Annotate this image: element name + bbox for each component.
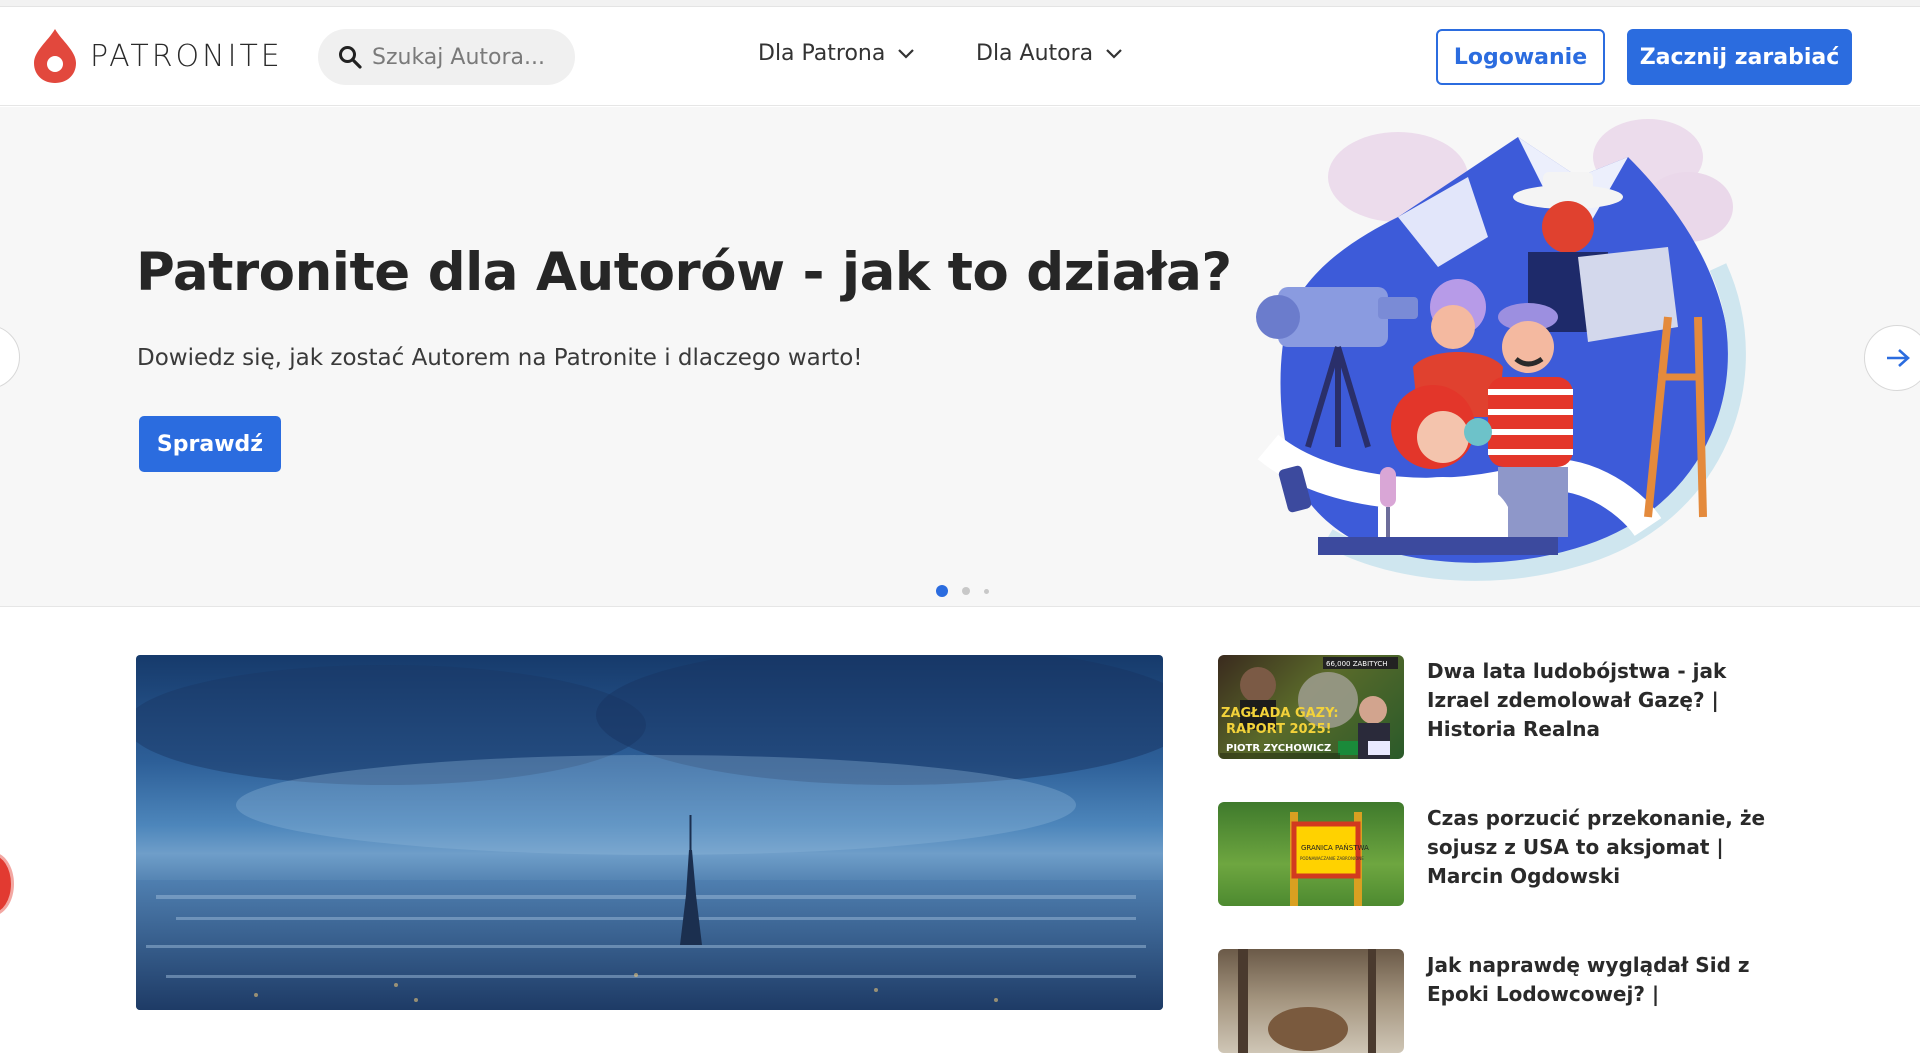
- arrow-right-icon: [1887, 349, 1910, 367]
- search-icon: [339, 46, 362, 69]
- thumb-text: PIOTR ZYCHOWICZ: [1226, 743, 1331, 754]
- carousel-dots: [936, 585, 1003, 597]
- carousel-dot-active[interactable]: [936, 585, 948, 597]
- featured-article-image[interactable]: [136, 655, 1163, 1010]
- nav-dla-patrona[interactable]: Dla Patrona: [758, 41, 915, 66]
- hero-title: Patronite dla Autorów - jak to działa?: [136, 242, 1232, 303]
- news-thumbnail: GRANICA PAŃSTWA PODNAWACZANIE ZABRONIONE: [1218, 802, 1404, 906]
- carousel-prev-button[interactable]: [0, 325, 20, 389]
- logo-wordmark: PATRONITE: [90, 38, 283, 74]
- thumb-text: PODNAWACZANIE ZABRONIONE: [1300, 856, 1364, 861]
- thumb-text: 66,000 ZABITYCH: [1326, 660, 1388, 668]
- search-input[interactable]: [372, 44, 562, 70]
- list-item[interactable]: GRANICA PAŃSTWA PODNAWACZANIE ZABRONIONE…: [1218, 802, 1767, 906]
- news-title[interactable]: Czas porzucić przekonanie, że sojusz z U…: [1427, 804, 1767, 906]
- news-title[interactable]: Dwa lata ludobójstwa - jak Izrael zdemol…: [1427, 657, 1767, 759]
- login-button[interactable]: Logowanie: [1436, 29, 1605, 85]
- carousel-next-button[interactable]: [1864, 325, 1920, 391]
- news-title[interactable]: Jak naprawdę wyglądał Sid z Epoki Lodowc…: [1427, 951, 1767, 1053]
- hero-cta-button[interactable]: Sprawdź: [139, 416, 281, 472]
- browser-top-strip: [0, 0, 1920, 7]
- news-thumbnail: ZAGŁADA GAZY: RAPORT 2025! PIOTR ZYCHOWI…: [1218, 655, 1404, 759]
- creators-illustration: [1256, 119, 1746, 581]
- chevron-down-icon: [1106, 48, 1122, 59]
- list-item[interactable]: Jak naprawdę wyglądał Sid z Epoki Lodowc…: [1218, 949, 1767, 1053]
- nav-label: Dla Patrona: [758, 41, 886, 66]
- start-earning-button[interactable]: Zacznij zarabiać: [1627, 29, 1852, 85]
- paris-skyline-image: [136, 655, 1163, 1010]
- hero-subtitle: Dowiedz się, jak zostać Autorem na Patro…: [137, 345, 863, 371]
- carousel-dot[interactable]: [962, 587, 970, 595]
- carousel-dot[interactable]: [984, 588, 989, 594]
- thumb-text: ZAGŁADA GAZY:: [1221, 706, 1339, 721]
- floating-support-badge[interactable]: [0, 852, 14, 916]
- hero-carousel: Patronite dla Autorów - jak to działa? D…: [0, 107, 1920, 607]
- search-box[interactable]: [318, 29, 575, 85]
- patronite-logo[interactable]: PATRONITE: [32, 27, 283, 85]
- list-item[interactable]: ZAGŁADA GAZY: RAPORT 2025! PIOTR ZYCHOWI…: [1218, 655, 1767, 759]
- thumb-text: GRANICA PAŃSTWA: [1301, 843, 1369, 852]
- site-header: PATRONITE Dla Patrona Dla Autora Logowan…: [0, 7, 1920, 106]
- chevron-down-icon: [898, 48, 915, 59]
- nav-dla-autora[interactable]: Dla Autora: [976, 41, 1123, 66]
- flame-logo-icon: [34, 29, 76, 83]
- news-thumbnail: [1218, 949, 1404, 1053]
- thumb-text: RAPORT 2025!: [1226, 722, 1332, 737]
- nav-label: Dla Autora: [976, 41, 1094, 66]
